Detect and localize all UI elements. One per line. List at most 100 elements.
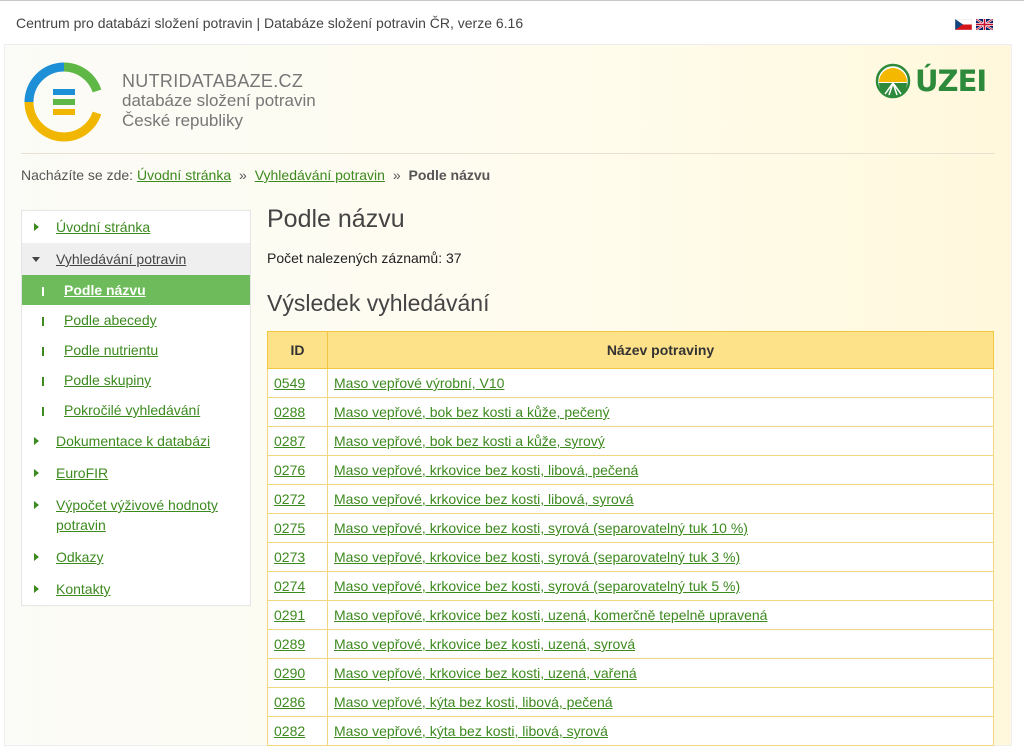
food-id-link[interactable]: 0276 bbox=[274, 462, 305, 478]
food-id-link[interactable]: 0288 bbox=[274, 404, 305, 420]
sidebar-subitem-by-nutrient[interactable]: Podle nutrientu bbox=[22, 335, 250, 365]
table-cell-id: 0291 bbox=[267, 600, 328, 630]
bullet-bar-icon bbox=[42, 287, 44, 296]
food-id-link[interactable]: 0549 bbox=[274, 375, 305, 391]
column-header-id[interactable]: ID bbox=[267, 331, 328, 369]
table-row: 0276 Maso vepřové, krkovice bez kosti, li… bbox=[267, 455, 994, 485]
table-cell-id: 0274 bbox=[267, 571, 328, 601]
breadcrumb-separator: » bbox=[239, 167, 247, 183]
table-row: 0273 Maso vepřové, krkovice bez kosti, sy… bbox=[267, 542, 994, 572]
sidebar-item-label[interactable]: EuroFIR bbox=[56, 465, 108, 481]
table-row: 0282 Maso vepřové, kýta bez kosti, libová… bbox=[267, 716, 994, 746]
bullet-bar-icon bbox=[42, 317, 44, 326]
sidebar-item-home[interactable]: Úvodní stránka bbox=[22, 211, 250, 243]
table-cell-name: Maso vepřové, krkovice bez kosti, syrová… bbox=[327, 542, 994, 572]
food-id-link[interactable]: 0272 bbox=[274, 491, 305, 507]
table-cell-id: 0289 bbox=[267, 629, 328, 659]
sidebar-item-contacts[interactable]: Kontakty bbox=[22, 573, 250, 605]
column-header-name[interactable]: Název potraviny bbox=[327, 331, 994, 369]
uk-flag-icon[interactable] bbox=[976, 19, 993, 30]
table-cell-id: 0282 bbox=[267, 716, 328, 746]
table-cell-id: 0287 bbox=[267, 426, 328, 456]
sidebar-item-label[interactable]: Kontakty bbox=[56, 581, 110, 597]
sidebar-item-documentation[interactable]: Dokumentace k databázi bbox=[22, 425, 250, 457]
table-cell-id: 0273 bbox=[267, 542, 328, 572]
uzei-logo[interactable]: ÚZEI bbox=[875, 63, 987, 99]
sidebar-subitem-label[interactable]: Podle nutrientu bbox=[64, 342, 158, 358]
food-id-link[interactable]: 0287 bbox=[274, 433, 305, 449]
sidebar-subitem-alphabetical[interactable]: Podle abecedy bbox=[22, 305, 250, 335]
food-name-link[interactable]: Maso vepřové, krkovice bez kosti, syrová… bbox=[334, 549, 740, 565]
table-row: 0289 Maso vepřové, krkovice bez kosti, uz… bbox=[267, 629, 994, 659]
sidebar-subitem-by-group[interactable]: Podle skupiny bbox=[22, 365, 250, 395]
table-row: 0275 Maso vepřové, krkovice bez kosti, sy… bbox=[267, 513, 994, 543]
czech-flag-icon[interactable] bbox=[955, 19, 972, 30]
uzei-logo-text: ÚZEI bbox=[915, 64, 987, 98]
page-title: Podle názvu bbox=[267, 205, 405, 233]
arrow-right-icon bbox=[34, 553, 39, 561]
sidebar-subitem-label[interactable]: Podle abecedy bbox=[64, 312, 157, 328]
brand-name: NUTRIDATABAZE.CZ bbox=[122, 71, 304, 91]
table-cell-name: Maso vepřové, krkovice bez kosti, libová… bbox=[327, 455, 994, 485]
sidebar-subitem-by-name[interactable]: Podle názvu bbox=[22, 275, 250, 305]
food-name-link[interactable]: Maso vepřové, bok bez kosti a kůže, syro… bbox=[334, 433, 605, 449]
brand-tagline-1: databáze složení potravin bbox=[122, 91, 316, 110]
sidebar-subitem-advanced-search[interactable]: Pokročilé vyhledávání bbox=[22, 395, 250, 425]
arrow-down-icon bbox=[32, 257, 40, 262]
food-name-link[interactable]: Maso vepřové, krkovice bez kosti, syrová… bbox=[334, 520, 748, 536]
results-table: ID Název potraviny 0549 Maso vepřové výro… bbox=[267, 331, 994, 746]
brand-text: NUTRIDATABAZE.CZ databáze složení potrav… bbox=[122, 71, 316, 131]
sidebar-item-label[interactable]: Vyhledávání potravin bbox=[56, 251, 186, 267]
sidebar-subitem-label[interactable]: Pokročilé vyhledávání bbox=[64, 402, 200, 418]
sidebar-item-label[interactable]: Dokumentace k databázi bbox=[56, 433, 210, 449]
food-name-link[interactable]: Maso vepřové, krkovice bez kosti, uzená,… bbox=[334, 665, 637, 681]
table-cell-id: 0290 bbox=[267, 658, 328, 688]
sidebar-item-nutrition-calculator[interactable]: Výpočet výživové hodnoty potravin bbox=[22, 489, 250, 541]
arrow-right-icon bbox=[34, 437, 39, 445]
arrow-right-icon bbox=[34, 223, 39, 231]
food-name-link[interactable]: Maso vepřové, krkovice bez kosti, syrová… bbox=[334, 578, 740, 594]
sidebar-item-eurofir[interactable]: EuroFIR bbox=[22, 457, 250, 489]
table-cell-name: Maso vepřové, bok bez kosti a kůže, peče… bbox=[327, 397, 994, 427]
sidebar-item-label[interactable]: Odkazy bbox=[56, 549, 103, 565]
table-cell-name: Maso vepřové, krkovice bez kosti, uzená,… bbox=[327, 600, 994, 630]
food-name-link[interactable]: Maso vepřové, bok bez kosti a kůže, peče… bbox=[334, 404, 609, 420]
food-id-link[interactable]: 0291 bbox=[274, 607, 305, 623]
sidebar-item-label[interactable]: Úvodní stránka bbox=[56, 219, 150, 235]
breadcrumb-prefix: Nacházíte se zde: bbox=[21, 167, 134, 183]
language-switcher bbox=[955, 19, 993, 30]
nutridatabaze-logo-icon[interactable] bbox=[23, 61, 105, 143]
main-content: Podle názvu Počet nalezených záznamů: 37… bbox=[267, 205, 995, 746]
food-name-link[interactable]: Maso vepřové, krkovice bez kosti, libová… bbox=[334, 491, 634, 507]
breadcrumb-current: Podle názvu bbox=[408, 167, 491, 183]
food-name-link[interactable]: Maso vepřové, krkovice bez kosti, uzená,… bbox=[334, 607, 767, 623]
results-count: Počet nalezených záznamů: 37 bbox=[267, 250, 462, 266]
table-cell-name: Maso vepřové, krkovice bez kosti, uzená,… bbox=[327, 658, 994, 688]
table-row: 0549 Maso vepřové výrobní, V10 bbox=[267, 368, 994, 398]
food-id-link[interactable]: 0289 bbox=[274, 636, 305, 652]
top-bar: Centrum pro databázi složení potravin | … bbox=[0, 0, 1024, 45]
food-name-link[interactable]: Maso vepřové, kýta bez kosti, libová, pe… bbox=[334, 694, 613, 710]
table-row: 0291 Maso vepřové, krkovice bez kosti, uz… bbox=[267, 600, 994, 630]
table-cell-name: Maso vepřové, bok bez kosti a kůže, syro… bbox=[327, 426, 994, 456]
table-cell-id: 0549 bbox=[267, 368, 328, 398]
site-title: Centrum pro databázi složení potravin | … bbox=[16, 15, 524, 31]
food-id-link[interactable]: 0290 bbox=[274, 665, 305, 681]
sidebar-subitem-label[interactable]: Podle názvu bbox=[64, 282, 146, 298]
sidebar-subitem-label[interactable]: Podle skupiny bbox=[64, 372, 151, 388]
sidebar-item-links[interactable]: Odkazy bbox=[22, 541, 250, 573]
food-id-link[interactable]: 0275 bbox=[274, 520, 305, 536]
food-name-link[interactable]: Maso vepřové výrobní, V10 bbox=[334, 375, 504, 391]
sidebar-item-label[interactable]: Výpočet výživové hodnoty potravin bbox=[56, 497, 218, 533]
food-name-link[interactable]: Maso vepřové, krkovice bez kosti, libová… bbox=[334, 462, 638, 478]
breadcrumb-separator: » bbox=[392, 167, 401, 183]
food-id-link[interactable]: 0286 bbox=[274, 694, 305, 710]
food-name-link[interactable]: Maso vepřové, krkovice bez kosti, uzená,… bbox=[334, 636, 635, 652]
breadcrumb-search-link[interactable]: Vyhledávání potravin bbox=[255, 167, 385, 183]
breadcrumb-home-link[interactable]: Úvodní stránka bbox=[137, 167, 231, 183]
food-id-link[interactable]: 0273 bbox=[274, 549, 305, 565]
table-cell-id: 0275 bbox=[267, 513, 328, 543]
brand-tagline-2: České republiky bbox=[122, 111, 243, 130]
sidebar-item-food-search[interactable]: Vyhledávání potravin bbox=[22, 243, 250, 275]
food-id-link[interactable]: 0274 bbox=[274, 578, 305, 594]
